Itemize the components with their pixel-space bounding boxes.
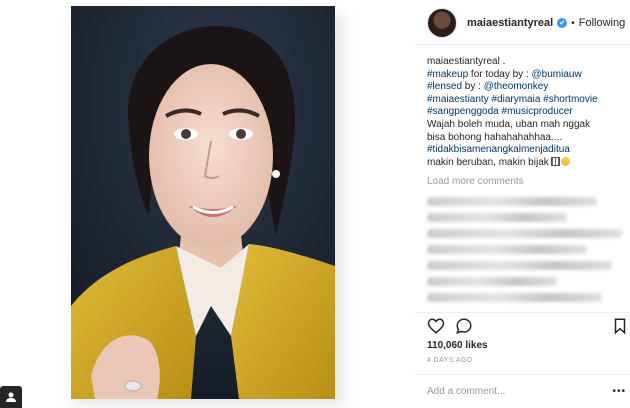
comment-bubble-icon[interactable] <box>455 317 473 335</box>
caption: maiaestiantyreal . #makeup for today by … <box>427 56 627 169</box>
list-item <box>427 277 557 286</box>
caption-text: for today by : <box>468 68 532 80</box>
emoji-icon <box>550 156 560 166</box>
post-panel: maiaestiantyreal ✔ • Following maiaestia… <box>415 0 630 408</box>
hashtags-line[interactable]: #sangpenggoda #musicproducer <box>427 106 573 117</box>
caption-text: by : <box>462 81 484 93</box>
comment-divider <box>415 374 630 375</box>
post-timestamp: 4 DAYS AGO <box>427 357 473 364</box>
hashtag-tidakbisamenangkalmenjaditua[interactable]: #tidakbisamenangkalmenjaditua <box>427 144 570 155</box>
hashtag-lensed[interactable]: #lensed <box>427 81 462 92</box>
following-button[interactable]: Following <box>579 17 625 29</box>
smiley-emoji-icon <box>560 156 570 166</box>
mention-theomonkey[interactable]: @theomonkey <box>484 81 549 92</box>
caption-author[interactable]: maiaestiantyreal <box>427 56 500 67</box>
list-item <box>427 245 587 254</box>
action-bar <box>427 317 627 337</box>
header-username[interactable]: maiaestiantyreal <box>467 17 553 29</box>
portrait-illustration <box>71 6 335 399</box>
list-item <box>427 229 622 238</box>
post-photo[interactable] <box>71 6 335 399</box>
likes-count[interactable]: 110,060 likes <box>427 340 488 351</box>
caption-author-suffix: . <box>499 56 506 67</box>
list-item <box>427 213 567 222</box>
caption-text: Wajah boleh muda, uban mah nggak <box>427 118 591 130</box>
list-item <box>427 197 597 206</box>
comment-input[interactable] <box>427 383 607 399</box>
heart-icon[interactable] <box>427 317 445 335</box>
hashtag-makeup[interactable]: #makeup <box>427 69 468 80</box>
more-options-icon[interactable]: ••• <box>612 386 626 397</box>
bookmark-icon[interactable] <box>611 317 629 335</box>
dot-separator: • <box>571 17 575 29</box>
post-header: maiaestiantyreal ✔ • Following <box>415 6 630 40</box>
user-icon[interactable] <box>0 386 22 408</box>
header-divider <box>415 44 630 45</box>
hashtags-line[interactable]: #maiaestianty #diarymaia #shortmovie <box>427 94 598 105</box>
list-item <box>427 261 612 270</box>
avatar[interactable] <box>427 8 457 38</box>
blurred-comments <box>427 190 627 302</box>
actions-divider <box>415 312 630 313</box>
mention-bumiauw[interactable]: @bumiauw <box>532 69 582 80</box>
caption-text: bisa bohong hahahahahhaa.... <box>427 131 563 143</box>
verified-badge-icon: ✔ <box>557 18 568 28</box>
caption-text: makin beruban, makin bijak <box>427 156 549 168</box>
load-more-comments-link[interactable]: Load more comments <box>427 176 524 187</box>
list-item <box>427 293 602 302</box>
